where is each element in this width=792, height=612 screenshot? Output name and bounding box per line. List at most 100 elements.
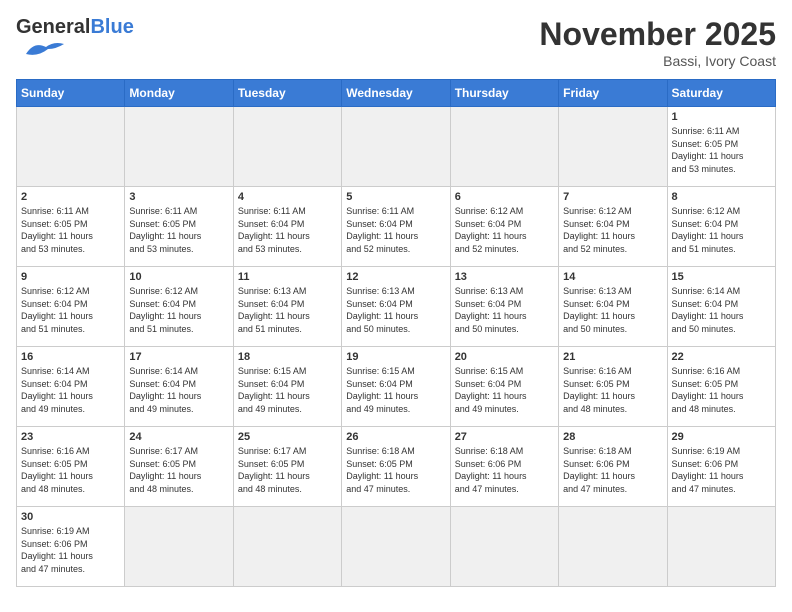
day-number: 13 [455,271,554,283]
day-number: 7 [563,191,662,203]
calendar-cell: 20 Sunrise: 6:15 AM Sunset: 6:04 PM Dayli… [450,347,558,427]
calendar-cell [667,507,775,587]
day-info: Sunrise: 6:11 AM Sunset: 6:05 PM Dayligh… [21,205,120,255]
day-info: Sunrise: 6:16 AM Sunset: 6:05 PM Dayligh… [21,445,120,495]
calendar-cell: 17 Sunrise: 6:14 AM Sunset: 6:04 PM Dayli… [125,347,233,427]
calendar-cell: 18Sunrise: 6:15 AM Sunset: 6:04 PM Dayli… [233,347,341,427]
day-info: Sunrise: 6:11 AM Sunset: 6:05 PM Dayligh… [672,125,771,175]
month-title: November 2025 [539,16,776,53]
calendar-cell: 7Sunrise: 6:12 AM Sunset: 6:04 PM Daylig… [559,187,667,267]
day-info: Sunrise: 6:18 AM Sunset: 6:06 PM Dayligh… [563,445,662,495]
calendar-cell [342,507,450,587]
calendar-cell: 3Sunrise: 6:11 AM Sunset: 6:05 PM Daylig… [125,187,233,267]
calendar-cell: 16 Sunrise: 6:14 AM Sunset: 6:04 PM Dayli… [17,347,125,427]
calendar-cell: 4 Sunrise: 6:11 AM Sunset: 6:04 PM Daylig… [233,187,341,267]
calendar-cell: 19 Sunrise: 6:15 AM Sunset: 6:04 PM Dayli… [342,347,450,427]
calendar-cell: 8Sunrise: 6:12 AM Sunset: 6:04 PM Daylig… [667,187,775,267]
day-number: 1 [672,111,771,123]
calendar-cell [233,507,341,587]
day-info: Sunrise: 6:11 AM Sunset: 6:04 PM Dayligh… [346,205,445,255]
column-header-sunday: Sunday [17,80,125,107]
day-info: Sunrise: 6:14 AM Sunset: 6:04 PM Dayligh… [672,285,771,335]
day-number: 6 [455,191,554,203]
calendar-cell [559,107,667,187]
calendar-cell: 11 Sunrise: 6:13 AM Sunset: 6:04 PM Dayli… [233,267,341,347]
day-info: Sunrise: 6:18 AM Sunset: 6:05 PM Dayligh… [346,445,445,495]
day-number: 4 [238,191,337,203]
day-info: Sunrise: 6:13 AM Sunset: 6:04 PM Dayligh… [346,285,445,335]
day-info: Sunrise: 6:15 AM Sunset: 6:04 PM Dayligh… [455,365,554,415]
location: Bassi, Ivory Coast [539,53,776,69]
day-number: 23 [21,431,120,443]
calendar-cell [450,507,558,587]
calendar-cell: 29 Sunrise: 6:19 AM Sunset: 6:06 PM Dayli… [667,427,775,507]
day-number: 28 [563,431,662,443]
column-header-monday: Monday [125,80,233,107]
day-info: Sunrise: 6:13 AM Sunset: 6:04 PM Dayligh… [455,285,554,335]
calendar-cell: 28 Sunrise: 6:18 AM Sunset: 6:06 PM Dayli… [559,427,667,507]
day-info: Sunrise: 6:13 AM Sunset: 6:04 PM Dayligh… [238,285,337,335]
calendar-cell: 25Sunrise: 6:17 AM Sunset: 6:05 PM Dayli… [233,427,341,507]
day-info: Sunrise: 6:14 AM Sunset: 6:04 PM Dayligh… [21,365,120,415]
calendar-week-row: 9Sunrise: 6:12 AM Sunset: 6:04 PM Daylig… [17,267,776,347]
day-number: 29 [672,431,771,443]
day-number: 2 [21,191,120,203]
day-number: 17 [129,351,228,363]
day-info: Sunrise: 6:12 AM Sunset: 6:04 PM Dayligh… [21,285,120,335]
column-header-thursday: Thursday [450,80,558,107]
column-header-wednesday: Wednesday [342,80,450,107]
calendar-cell: 24Sunrise: 6:17 AM Sunset: 6:05 PM Dayli… [125,427,233,507]
calendar-week-row: 1 Sunrise: 6:11 AM Sunset: 6:05 PM Daylig… [17,107,776,187]
day-info: Sunrise: 6:17 AM Sunset: 6:05 PM Dayligh… [129,445,228,495]
day-number: 14 [563,271,662,283]
day-info: Sunrise: 6:15 AM Sunset: 6:04 PM Dayligh… [346,365,445,415]
day-number: 11 [238,271,337,283]
calendar-cell: 10Sunrise: 6:12 AM Sunset: 6:04 PM Dayli… [125,267,233,347]
day-info: Sunrise: 6:12 AM Sunset: 6:04 PM Dayligh… [672,205,771,255]
calendar-cell: 21Sunrise: 6:16 AM Sunset: 6:05 PM Dayli… [559,347,667,427]
day-number: 19 [346,351,445,363]
day-info: Sunrise: 6:19 AM Sunset: 6:06 PM Dayligh… [672,445,771,495]
calendar-cell: 2 Sunrise: 6:11 AM Sunset: 6:05 PM Daylig… [17,187,125,267]
calendar-week-row: 23 Sunrise: 6:16 AM Sunset: 6:05 PM Dayli… [17,427,776,507]
day-info: Sunrise: 6:11 AM Sunset: 6:05 PM Dayligh… [129,205,228,255]
day-number: 20 [455,351,554,363]
calendar-table: SundayMondayTuesdayWednesdayThursdayFrid… [16,79,776,587]
title-area: November 2025 Bassi, Ivory Coast [539,16,776,69]
day-info: Sunrise: 6:14 AM Sunset: 6:04 PM Dayligh… [129,365,228,415]
day-info: Sunrise: 6:12 AM Sunset: 6:04 PM Dayligh… [455,205,554,255]
day-number: 30 [21,511,120,523]
calendar-week-row: 30 Sunrise: 6:19 AM Sunset: 6:06 PM Dayli… [17,507,776,587]
day-number: 25 [238,431,337,443]
calendar-cell: 22 Sunrise: 6:16 AM Sunset: 6:05 PM Dayli… [667,347,775,427]
day-number: 16 [21,351,120,363]
calendar-cell: 5Sunrise: 6:11 AM Sunset: 6:04 PM Daylig… [342,187,450,267]
day-info: Sunrise: 6:19 AM Sunset: 6:06 PM Dayligh… [21,525,120,575]
day-number: 21 [563,351,662,363]
calendar-cell: 27Sunrise: 6:18 AM Sunset: 6:06 PM Dayli… [450,427,558,507]
calendar-cell: 6 Sunrise: 6:12 AM Sunset: 6:04 PM Daylig… [450,187,558,267]
calendar-cell: 14 Sunrise: 6:13 AM Sunset: 6:04 PM Dayli… [559,267,667,347]
day-number: 15 [672,271,771,283]
logo-blue: Blue [90,16,133,39]
day-info: Sunrise: 6:16 AM Sunset: 6:05 PM Dayligh… [672,365,771,415]
column-header-friday: Friday [559,80,667,107]
header-row: SundayMondayTuesdayWednesdayThursdayFrid… [17,80,776,107]
day-number: 12 [346,271,445,283]
day-info: Sunrise: 6:11 AM Sunset: 6:04 PM Dayligh… [238,205,337,255]
calendar-cell [233,107,341,187]
calendar-cell [342,107,450,187]
calendar-cell: 23 Sunrise: 6:16 AM Sunset: 6:05 PM Dayli… [17,427,125,507]
day-number: 22 [672,351,771,363]
calendar-cell: 30 Sunrise: 6:19 AM Sunset: 6:06 PM Dayli… [17,507,125,587]
logo: General Blue [16,16,134,61]
calendar-cell: 12 Sunrise: 6:13 AM Sunset: 6:04 PM Dayli… [342,267,450,347]
day-info: Sunrise: 6:18 AM Sunset: 6:06 PM Dayligh… [455,445,554,495]
calendar-cell: 26 Sunrise: 6:18 AM Sunset: 6:05 PM Dayli… [342,427,450,507]
page-header: General Blue November 2025 Bassi, Ivory … [16,16,776,69]
calendar-cell: 13 Sunrise: 6:13 AM Sunset: 6:04 PM Dayli… [450,267,558,347]
day-number: 26 [346,431,445,443]
column-header-tuesday: Tuesday [233,80,341,107]
day-info: Sunrise: 6:13 AM Sunset: 6:04 PM Dayligh… [563,285,662,335]
calendar-cell [125,507,233,587]
